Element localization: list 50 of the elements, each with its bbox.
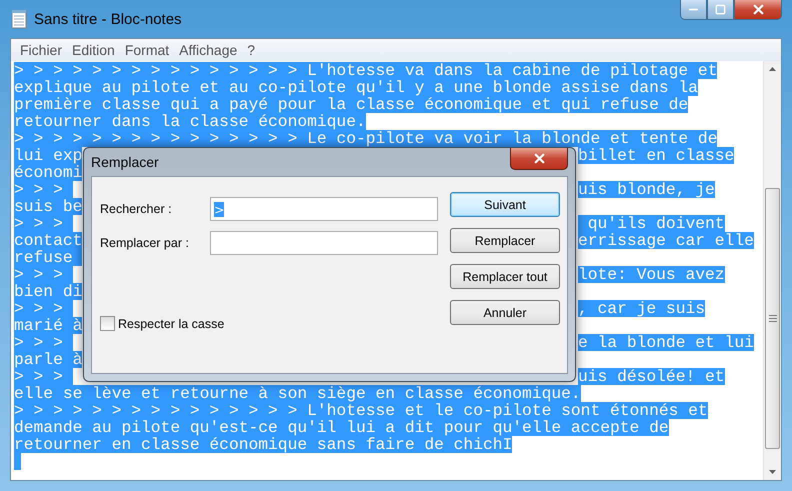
field-label: Remplacer par : <box>100 236 190 250</box>
selected-text-fragment: > > > <box>14 300 73 317</box>
notepad-icon <box>10 9 28 29</box>
selected-text-fragment: qu'ils doivent <box>578 215 725 232</box>
dialog-button[interactable]: Annuler <box>450 300 560 325</box>
selected-text-fragment: , car je suis <box>578 300 706 317</box>
menu-item[interactable]: Fichier <box>15 42 68 58</box>
selection-caret <box>14 453 21 470</box>
checkbox[interactable] <box>100 316 115 331</box>
close-button[interactable] <box>734 0 782 20</box>
dialog-button[interactable]: Suivant <box>450 192 560 217</box>
selected-text-fragment: lote: Vous avez <box>578 266 725 283</box>
selected-text-fragment: uis désolée! et <box>578 368 725 385</box>
close-icon <box>532 151 546 166</box>
grip-icon <box>768 315 776 322</box>
input-field[interactable] <box>210 231 438 255</box>
selected-text-fragment: > > > <box>14 266 73 283</box>
selected-text-fragment: > > > <box>14 181 73 198</box>
vertical-scrollbar[interactable] <box>763 61 781 480</box>
selected-text-fragment: > > > <box>14 215 73 232</box>
selected-text-fragment: billet en classe <box>578 147 734 164</box>
close-icon <box>750 2 766 17</box>
selected-text-fragment: lui exp <box>14 147 82 164</box>
selected-text-fragment: > > > <box>14 368 73 385</box>
checkbox-label: Respecter la casse <box>118 316 224 330</box>
selected-text-fragment: refuse <box>14 249 82 266</box>
selected-text-fragment: uis blonde, je <box>578 181 715 198</box>
menu-item[interactable]: Edition <box>67 42 120 58</box>
selected-text-fragment: économi <box>14 164 82 181</box>
selected-text-fragment: bien di <box>14 283 82 300</box>
field-label: Rechercher : <box>100 202 173 216</box>
selected-text-fragment: e la blonde et lui <box>578 334 754 351</box>
selected-text-fragment: > > > <box>14 334 73 351</box>
selected-text-fragment: errissage car elle <box>578 232 754 249</box>
close-button[interactable] <box>510 148 568 170</box>
dialog-title: Remplacer <box>91 154 159 170</box>
selected-text-fragment: marié à <box>14 317 82 334</box>
dialog-button[interactable]: Remplacer tout <box>450 264 560 289</box>
selected-text-fragment: contact <box>14 232 82 249</box>
menu-item[interactable]: Affichage <box>174 42 242 58</box>
maximize-button[interactable] <box>707 0 734 20</box>
maximize-icon <box>715 4 726 15</box>
selected-text-fragment: suis be <box>14 198 82 215</box>
menu-item[interactable]: ? <box>242 42 260 58</box>
menu-item[interactable]: Format <box>120 42 174 58</box>
scroll-thumb[interactable] <box>765 188 780 449</box>
window-title: Sans titre - Bloc-notes <box>34 10 183 28</box>
minimize-button[interactable] <box>680 0 707 20</box>
selected-text-fragment: parle à <box>14 351 82 368</box>
dialog-button[interactable]: Remplacer <box>450 228 560 253</box>
